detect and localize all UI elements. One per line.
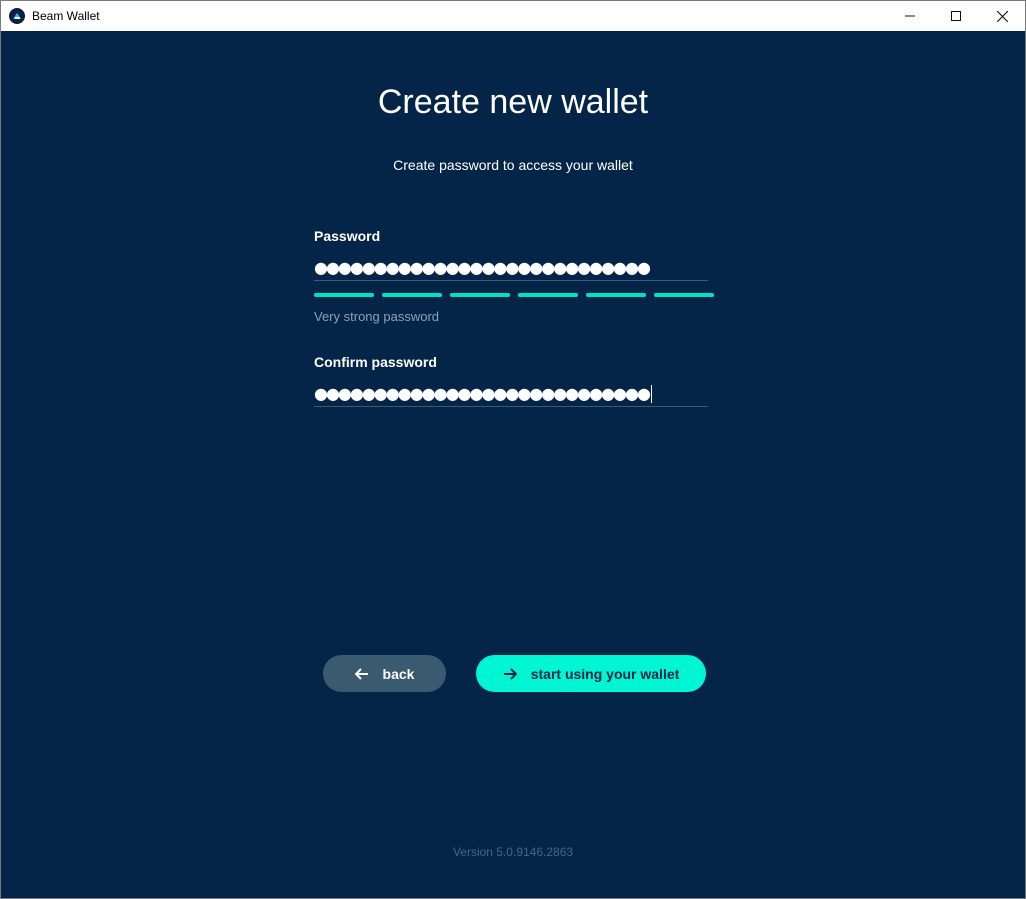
password-strength-meter xyxy=(314,293,714,297)
strength-segment xyxy=(314,293,374,297)
back-button-label: back xyxy=(382,665,415,682)
maximize-icon xyxy=(951,11,961,21)
text-caret xyxy=(650,384,652,403)
beam-logo-icon xyxy=(9,8,25,24)
strength-segment xyxy=(450,293,510,297)
close-icon xyxy=(996,10,1008,22)
confirm-password-input[interactable]: ●●●●●●●●●●●●●●●●●●●●●●●●●●●● xyxy=(314,381,708,407)
start-button-label: start using your wallet xyxy=(530,665,680,682)
arrow-right-icon xyxy=(503,667,517,680)
maximize-button[interactable] xyxy=(933,1,979,31)
password-label: Password xyxy=(314,228,381,244)
password-strength-label: Very strong password xyxy=(314,309,440,324)
password-value: ●●●●●●●●●●●●●●●●●●●●●●●●●●●● xyxy=(314,258,651,277)
strength-segment xyxy=(586,293,646,297)
page-subtitle: Create password to access your wallet xyxy=(393,157,633,173)
strength-segment xyxy=(654,293,714,297)
minimize-button[interactable] xyxy=(887,1,933,31)
page-title: Create new wallet xyxy=(377,83,649,121)
arrow-left-icon xyxy=(354,667,369,680)
password-input[interactable]: ●●●●●●●●●●●●●●●●●●●●●●●●●●●● xyxy=(314,255,708,281)
confirm-password-value: ●●●●●●●●●●●●●●●●●●●●●●●●●●●● xyxy=(314,384,651,403)
back-button[interactable]: back xyxy=(323,655,446,692)
start-using-wallet-button[interactable]: start using your wallet xyxy=(476,655,706,692)
strength-segment xyxy=(382,293,442,297)
strength-segment xyxy=(518,293,578,297)
window-controls xyxy=(887,1,1025,31)
version-label: Version 5.0.9146.2863 xyxy=(452,845,574,859)
app-window: Beam Wallet Create new wallet Create pas… xyxy=(0,0,1026,899)
minimize-icon xyxy=(905,15,915,17)
window-title: Beam Wallet xyxy=(32,9,100,23)
confirm-password-label: Confirm password xyxy=(314,354,437,370)
close-button[interactable] xyxy=(979,1,1025,31)
create-wallet-screen: Create new wallet Create password to acc… xyxy=(1,31,1025,898)
title-bar[interactable]: Beam Wallet xyxy=(1,1,1025,31)
